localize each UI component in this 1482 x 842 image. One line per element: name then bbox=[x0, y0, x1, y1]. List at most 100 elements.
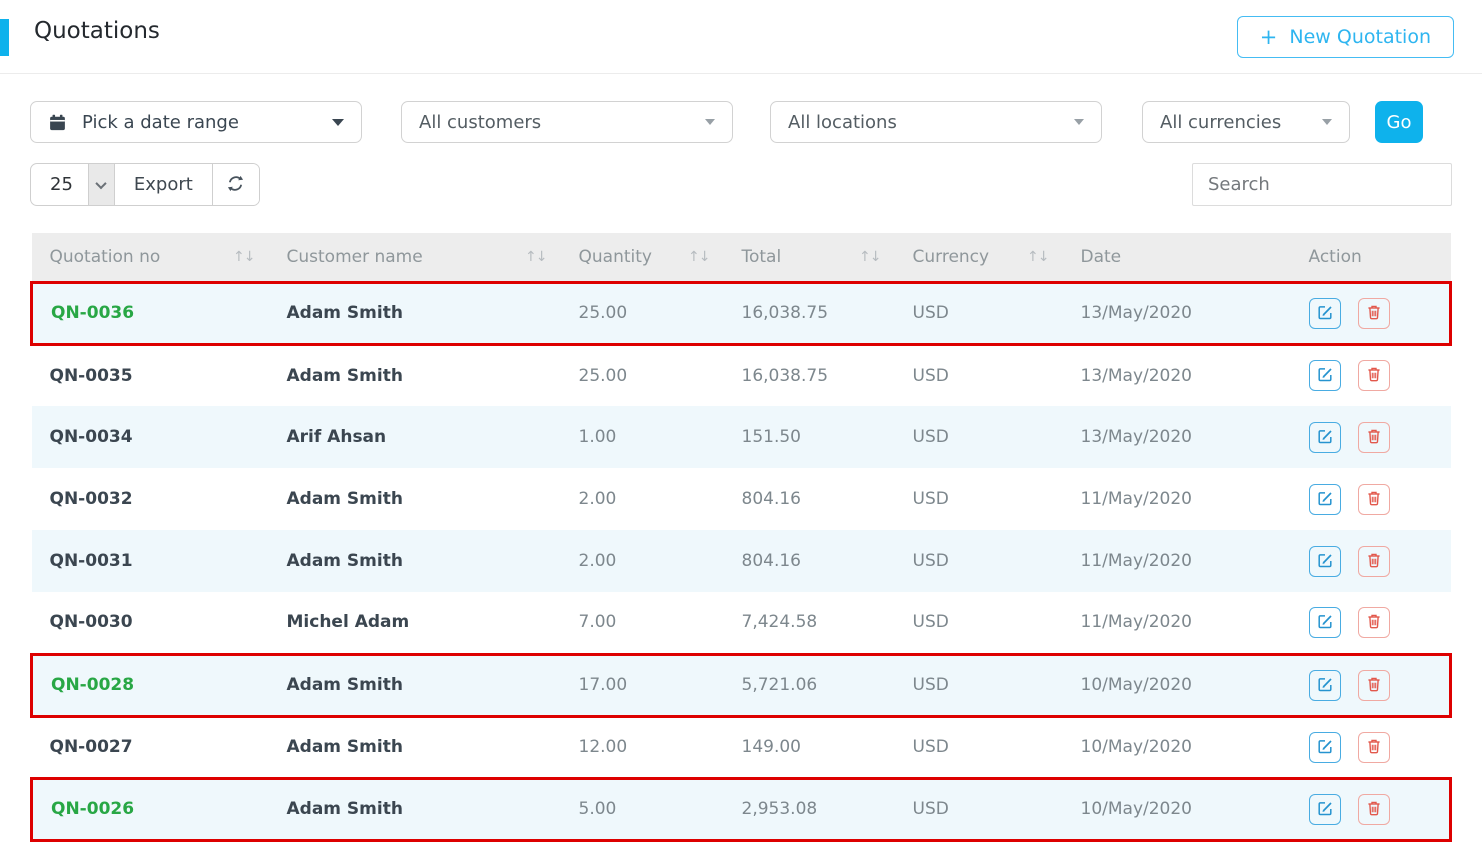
delete-button[interactable] bbox=[1358, 794, 1390, 825]
column-header-date[interactable]: Date bbox=[1063, 233, 1291, 282]
go-button[interactable]: Go bbox=[1375, 101, 1423, 143]
date-range-label: Pick a date range bbox=[82, 112, 239, 133]
delete-icon bbox=[1365, 799, 1383, 820]
page-size-select[interactable]: 25 bbox=[31, 164, 114, 205]
accent-bar bbox=[0, 19, 9, 56]
currency-cell: USD bbox=[895, 406, 1063, 468]
edit-icon bbox=[1316, 303, 1334, 324]
plus-icon: + bbox=[1260, 27, 1278, 48]
new-quotation-button[interactable]: + New Quotation bbox=[1237, 16, 1454, 58]
action-cell bbox=[1291, 778, 1451, 840]
page-title: Quotations bbox=[34, 18, 160, 44]
calendar-icon bbox=[48, 113, 67, 132]
refresh-button[interactable] bbox=[212, 164, 259, 205]
refresh-icon bbox=[225, 173, 246, 197]
customers-value: All customers bbox=[419, 112, 541, 133]
customer-name-cell: Arif Ahsan bbox=[269, 406, 561, 468]
quantity-cell: 12.00 bbox=[561, 716, 724, 778]
quantity-cell: 5.00 bbox=[561, 778, 724, 840]
quotation-no-cell: QN-0028 bbox=[32, 654, 269, 716]
currency-cell: USD bbox=[895, 530, 1063, 592]
edit-button[interactable] bbox=[1309, 298, 1341, 329]
edit-icon bbox=[1316, 799, 1334, 820]
edit-button[interactable] bbox=[1309, 794, 1341, 825]
column-header-customer-name[interactable]: Customer name ↑↓ bbox=[269, 233, 561, 282]
sort-icon[interactable]: ↑↓ bbox=[233, 249, 254, 265]
customers-select[interactable]: All customers bbox=[401, 101, 733, 143]
delete-icon bbox=[1365, 303, 1383, 324]
sort-icon[interactable]: ↑↓ bbox=[688, 249, 709, 265]
search-input[interactable] bbox=[1192, 163, 1452, 206]
quantity-cell: 25.00 bbox=[561, 344, 724, 406]
currency-cell: USD bbox=[895, 468, 1063, 530]
date-cell: 10/May/2020 bbox=[1063, 654, 1291, 716]
date-cell: 10/May/2020 bbox=[1063, 716, 1291, 778]
quotation-no-cell: QN-0027 bbox=[32, 716, 269, 778]
page-size-value: 25 bbox=[31, 164, 88, 205]
delete-button[interactable] bbox=[1358, 298, 1390, 329]
table-row: QN-0032 Adam Smith 2.00 804.16 USD 11/Ma… bbox=[32, 468, 1451, 530]
total-cell: 149.00 bbox=[724, 716, 895, 778]
customer-name-cell: Adam Smith bbox=[269, 468, 561, 530]
customer-name-cell: Adam Smith bbox=[269, 654, 561, 716]
export-button[interactable]: Export bbox=[114, 164, 212, 205]
sort-icon[interactable]: ↑↓ bbox=[1027, 249, 1048, 265]
delete-button[interactable] bbox=[1358, 360, 1390, 391]
customer-name-cell: Adam Smith bbox=[269, 282, 561, 344]
table-row: QN-0030 Michel Adam 7.00 7,424.58 USD 11… bbox=[32, 592, 1451, 654]
delete-button[interactable] bbox=[1358, 732, 1390, 763]
new-quotation-label: New Quotation bbox=[1289, 26, 1431, 48]
edit-button[interactable] bbox=[1309, 732, 1341, 763]
edit-button[interactable] bbox=[1309, 670, 1341, 701]
edit-icon bbox=[1316, 365, 1334, 386]
currencies-select[interactable]: All currencies bbox=[1142, 101, 1350, 143]
table-row: QN-0028 Adam Smith 17.00 5,721.06 USD 10… bbox=[32, 654, 1451, 716]
table-row: QN-0034 Arif Ahsan 1.00 151.50 USD 13/Ma… bbox=[32, 406, 1451, 468]
locations-select[interactable]: All locations bbox=[770, 101, 1102, 143]
sort-icon[interactable]: ↑↓ bbox=[859, 249, 880, 265]
delete-button[interactable] bbox=[1358, 670, 1390, 701]
edit-button[interactable] bbox=[1309, 422, 1341, 453]
delete-button[interactable] bbox=[1358, 607, 1390, 638]
date-cell: 13/May/2020 bbox=[1063, 406, 1291, 468]
edit-button[interactable] bbox=[1309, 607, 1341, 638]
quotation-no-cell: QN-0031 bbox=[32, 530, 269, 592]
column-header-currency[interactable]: Currency ↑↓ bbox=[895, 233, 1063, 282]
column-header-quotation-no[interactable]: Quotation no ↑↓ bbox=[32, 233, 269, 282]
column-header-total[interactable]: Total ↑↓ bbox=[724, 233, 895, 282]
sort-icon[interactable]: ↑↓ bbox=[525, 249, 546, 265]
table-actions-group: 25 Export bbox=[30, 163, 260, 206]
edit-button[interactable] bbox=[1309, 484, 1341, 515]
action-cell bbox=[1291, 654, 1451, 716]
delete-button[interactable] bbox=[1358, 546, 1390, 577]
total-cell: 7,424.58 bbox=[724, 592, 895, 654]
column-header-quantity[interactable]: Quantity ↑↓ bbox=[561, 233, 724, 282]
chevron-down-icon bbox=[88, 164, 114, 205]
toolbar-row: 25 Export bbox=[0, 163, 1482, 206]
action-cell bbox=[1291, 592, 1451, 654]
currency-cell: USD bbox=[895, 592, 1063, 654]
edit-icon bbox=[1316, 612, 1334, 633]
edit-button[interactable] bbox=[1309, 546, 1341, 577]
table-header-row: Quotation no ↑↓ Customer name ↑↓ Quantit… bbox=[32, 233, 1451, 282]
quantity-cell: 2.00 bbox=[561, 530, 724, 592]
currencies-value: All currencies bbox=[1160, 112, 1281, 133]
total-cell: 16,038.75 bbox=[724, 282, 895, 344]
action-cell bbox=[1291, 406, 1451, 468]
total-cell: 804.16 bbox=[724, 468, 895, 530]
table-row: QN-0036 Adam Smith 25.00 16,038.75 USD 1… bbox=[32, 282, 1451, 344]
table-row: QN-0035 Adam Smith 25.00 16,038.75 USD 1… bbox=[32, 344, 1451, 406]
delete-button[interactable] bbox=[1358, 422, 1390, 453]
quotations-table-body: QN-0036 Adam Smith 25.00 16,038.75 USD 1… bbox=[32, 282, 1451, 840]
column-header-action: Action bbox=[1291, 233, 1451, 282]
customer-name-cell: Adam Smith bbox=[269, 344, 561, 406]
date-cell: 13/May/2020 bbox=[1063, 282, 1291, 344]
edit-button[interactable] bbox=[1309, 360, 1341, 391]
quotation-no-cell: QN-0034 bbox=[32, 406, 269, 468]
delete-button[interactable] bbox=[1358, 484, 1390, 515]
delete-icon bbox=[1365, 737, 1383, 758]
action-cell bbox=[1291, 716, 1451, 778]
edit-icon bbox=[1316, 737, 1334, 758]
date-range-picker[interactable]: Pick a date range bbox=[30, 101, 362, 143]
currency-cell: USD bbox=[895, 778, 1063, 840]
